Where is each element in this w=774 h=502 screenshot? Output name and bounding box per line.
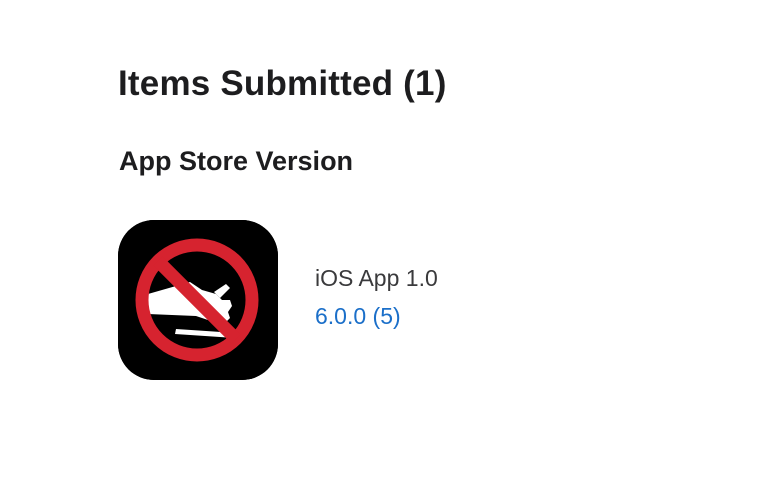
section-title: App Store Version (119, 146, 354, 176)
item-name: iOS App 1.0 (315, 265, 438, 291)
page-title: Items Submitted (1) (118, 64, 447, 103)
no-touching-hand-icon (118, 220, 278, 380)
submitted-item[interactable]: iOS App 1.0 6.0.0 (5) (118, 220, 478, 380)
item-version-link[interactable]: 6.0.0 (5) (315, 302, 401, 330)
app-icon[interactable] (118, 220, 278, 380)
